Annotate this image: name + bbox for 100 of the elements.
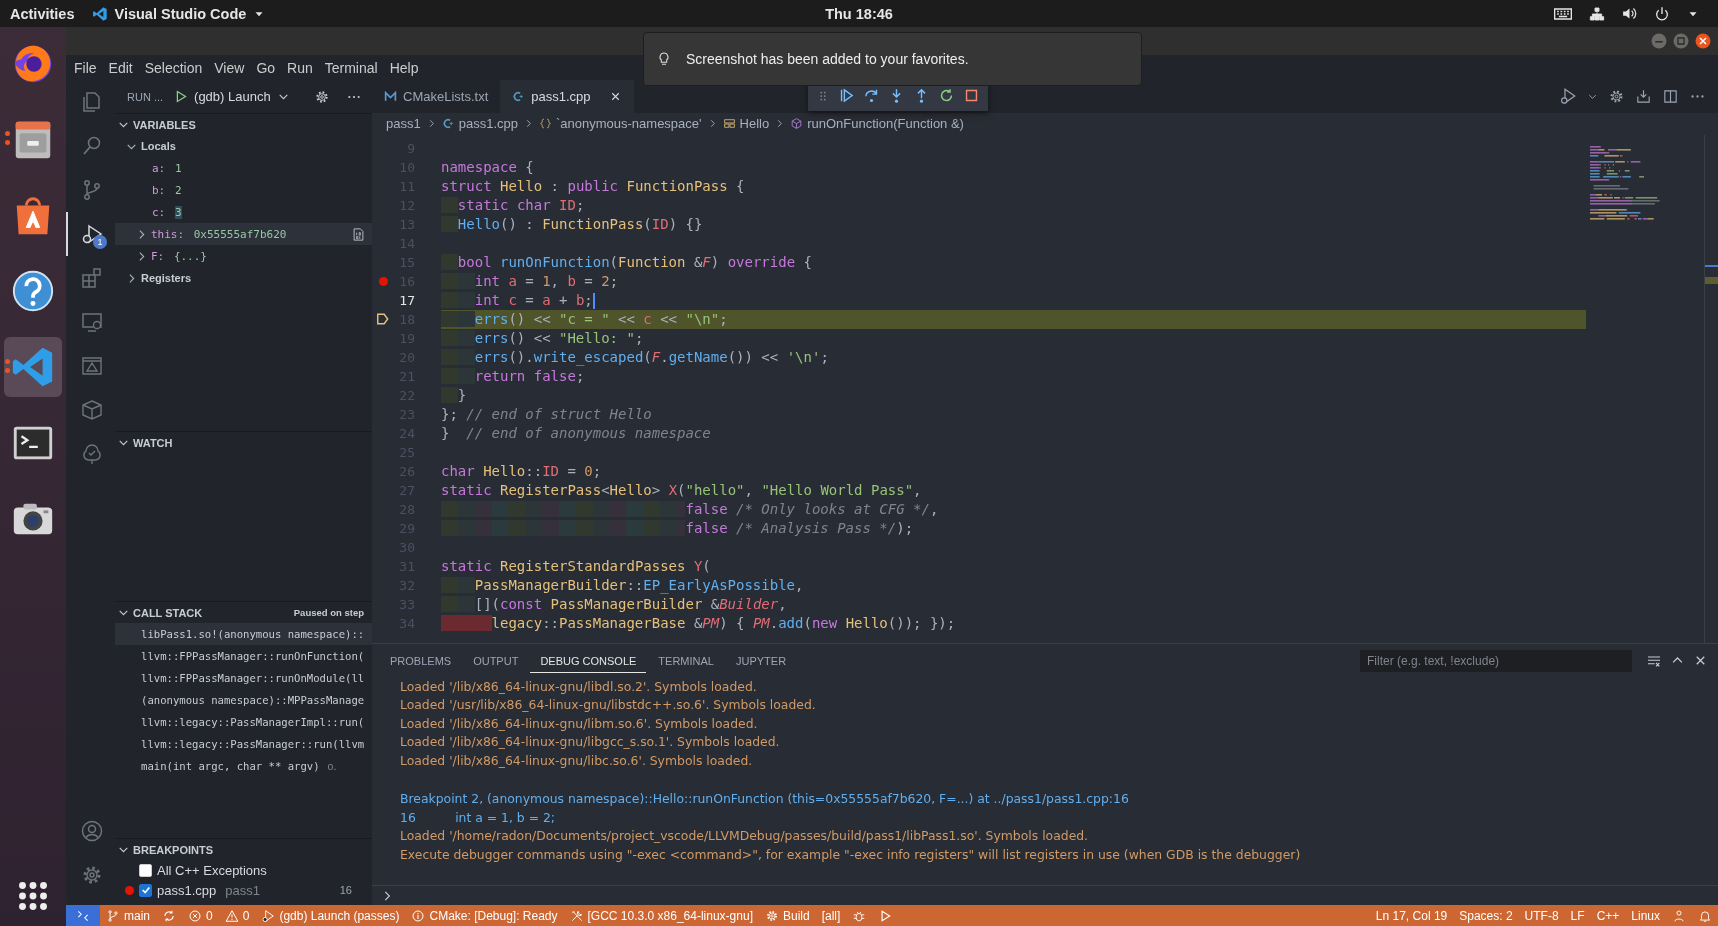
status-item[interactable] [66,905,100,926]
menu-item[interactable]: File [68,59,103,76]
stack-frame[interactable]: libPass1.so!(anonymous namespace):: [115,623,372,645]
status-item[interactable]: UTF-8 [1518,905,1565,926]
section-header[interactable]: VARIABLES [115,113,372,135]
code-line: int c = a + b; [441,290,1586,310]
status-item[interactable]: (gdb) Launch (passes) [255,905,406,926]
panel-tab[interactable]: JUPYTER [725,649,797,673]
status-item[interactable]: [all] [815,905,847,926]
breadcrumb[interactable]: runOnFunction(Function &) [790,116,964,132]
power-icon[interactable] [1654,5,1670,22]
filter-field[interactable]: Filter (e.g. text, !exclude) [1360,650,1632,672]
section-header[interactable]: WATCH [115,431,372,453]
struct-icon [722,117,736,131]
stop-icon[interactable] [963,87,980,104]
console-line: Loaded '/usr/lib/x86_64-linux-gnu/libstdc++.so.6'. Symbols loaded. [400,697,817,714]
stack-frame[interactable]: llvm::FPPassManager::runOnFunction( [115,645,372,667]
breadcrumb[interactable]: `anonymous-namespace' [538,116,702,132]
menu-item[interactable]: Selection [138,59,209,76]
code-line: } [441,385,1586,405]
console-line: 16 int a = 1, b = 2; [400,809,557,827]
menu-item[interactable]: Edit [102,59,139,76]
app-menu[interactable]: Visual Studio Code [92,5,267,22]
package-icon[interactable] [79,398,104,422]
status-item[interactable]: Linux [1625,905,1666,926]
code-line: false /* Only looks at CFG */, [441,499,1586,519]
method-icon [790,117,804,131]
variable-item[interactable]: b: 2 [115,179,372,201]
download-icon[interactable] [1635,87,1652,105]
status-item[interactable]: 0 [182,905,219,926]
variable-item[interactable]: F: {...} [115,245,372,267]
account-icon[interactable] [79,819,104,843]
stack-frame[interactable]: (anonymous namespace)::MPPassManage [115,689,372,711]
continue-icon[interactable] [838,87,855,104]
variable-item[interactable]: a: 1 [115,157,372,179]
stack-frame[interactable]: llvm::legacy::PassManagerImpl::run( [115,711,372,733]
status-item[interactable]: main [100,905,156,926]
stack-frame[interactable]: llvm::legacy::PassManager::run(llvm [115,733,372,755]
variable-item[interactable]: c: 3 [115,201,372,223]
editor-tab[interactable]: pass1.cpp [500,80,634,113]
breadcrumb[interactable]: Hello [722,116,770,132]
status-item[interactable]: CMake: [Debug]: Ready [405,905,564,926]
sync-icon [162,908,176,923]
status-item[interactable]: Build [758,905,816,926]
error-icon [188,908,202,923]
scope-item[interactable]: Locals [115,135,372,157]
close-icon[interactable] [1694,32,1712,50]
menu-item[interactable]: Go [250,59,282,76]
remote-explorer-icon[interactable] [79,310,104,334]
restart-icon[interactable] [938,87,955,104]
split-editor-icon[interactable] [1662,87,1679,105]
binary-view-icon[interactable] [351,226,366,242]
volume-icon[interactable] [1621,5,1638,22]
pointer-icon [376,312,390,327]
launch-config-dropdown[interactable]: (gdb) Launch [194,89,290,104]
panel-tab[interactable]: OUTPUT [463,649,529,673]
variable-item[interactable]: this: 0x55555af7b620 [115,223,372,245]
menu-item[interactable]: Terminal [318,59,384,76]
breakpoint-label[interactable]: All C++ Exceptions [157,862,267,878]
minimize-icon[interactable] [1650,32,1668,50]
breakpoint-label[interactable]: pass1.cpp [157,882,217,898]
checkbox[interactable] [139,863,152,877]
status-item[interactable]: 0 [218,905,256,926]
clock[interactable]: Thu 18:46 [825,5,893,22]
panel-tab[interactable]: DEBUG CONSOLE [530,649,647,673]
remote-icon [76,908,90,923]
activities-button[interactable]: Activities [10,5,75,22]
notification-text: Screenshot has been added to your favorites. [686,51,969,67]
stack-frame[interactable]: llvm::FPPassManager::runOnModule(ll [115,667,372,689]
status-item[interactable]: Spaces: 2 [1453,905,1519,926]
stack-frame[interactable]: main(int argc, char ** argv) o. [115,755,372,777]
network-icon[interactable] [1589,5,1605,22]
status-item[interactable]: [GCC 10.3.0 x86_64-linux-gnu] [563,905,759,926]
breadcrumb[interactable]: pass1 [386,116,421,132]
cpp-file-icon [441,117,455,131]
checkbox[interactable] [139,883,152,897]
clear-list-icon[interactable] [1646,653,1662,669]
panel-tab[interactable]: PROBLEMS [380,649,462,673]
step-over-icon[interactable] [863,87,880,104]
menu-item[interactable]: Run [281,59,319,76]
status-item[interactable]: C++ [1590,905,1626,926]
line-number-label: 16 [339,884,352,896]
scope-item[interactable]: Registers [115,267,372,289]
menu-item[interactable]: View [208,59,251,76]
triangle-panel-icon[interactable] [79,354,104,378]
code-line: return false; [441,366,1586,386]
breadcrumb[interactable]: pass1.cpp [441,116,518,132]
info-icon [411,908,426,923]
extensions-icon[interactable] [79,266,104,290]
status-item[interactable]: Ln 17, Col 19 [1369,905,1454,926]
panel-tab[interactable]: TERMINAL [648,649,724,673]
status-item[interactable]: LF [1564,905,1591,926]
section-header[interactable]: BREAKPOINTS [115,838,372,860]
code-line: [](const PassManagerBuilder &Builder, [441,594,1586,614]
breakpoint-icon[interactable] [378,276,388,286]
run-debug-icon[interactable] [1559,87,1577,106]
help-icon[interactable] [10,268,56,314]
menu-item[interactable]: Help [383,59,425,76]
editor-tab[interactable]: CMakeLists.txt [372,80,501,113]
cpp-file-icon [512,89,526,103]
